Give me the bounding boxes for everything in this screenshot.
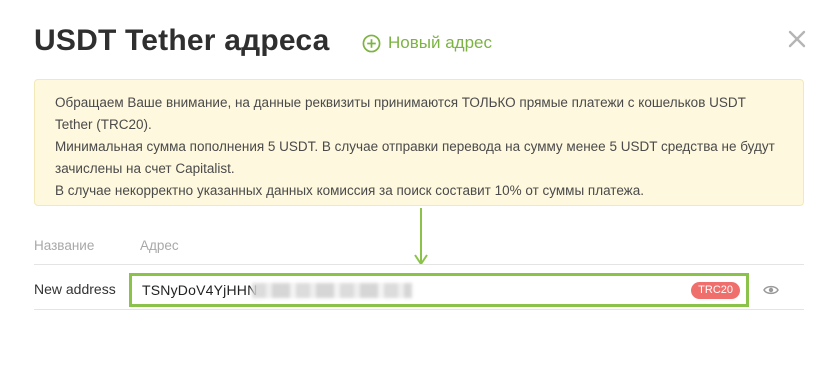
arrow-down-icon bbox=[411, 208, 431, 268]
table-divider bbox=[34, 309, 804, 310]
network-badge: TRC20 bbox=[691, 282, 740, 299]
column-header-address: Адрес bbox=[140, 238, 179, 253]
notice-box: Обращаем Ваше внимание, на данные реквиз… bbox=[34, 79, 804, 206]
address-name: New address bbox=[34, 281, 116, 297]
address-blur-mask bbox=[252, 283, 412, 298]
address-field[interactable]: TSNyDoV4YjHHN TRC20 bbox=[129, 273, 749, 307]
table-divider bbox=[34, 264, 804, 265]
notice-line-3: В случае некорректно указанных данных ко… bbox=[55, 183, 644, 198]
new-address-label: Новый адрес bbox=[388, 33, 492, 52]
column-header-name: Название bbox=[34, 238, 95, 253]
eye-icon[interactable] bbox=[763, 283, 779, 295]
usdt-addresses-modal: USDT Tether адреса Новый адрес Обращаем … bbox=[0, 0, 838, 366]
notice-line-1: Обращаем Ваше внимание, на данные реквиз… bbox=[55, 95, 746, 132]
address-value[interactable]: TSNyDoV4YjHHN bbox=[142, 282, 257, 298]
notice-line-2: Минимальная сумма пополнения 5 USDT. В с… bbox=[55, 139, 775, 176]
modal-title: USDT Tether адреса bbox=[34, 24, 330, 57]
plus-circle-icon bbox=[362, 34, 381, 53]
close-icon[interactable] bbox=[786, 28, 808, 50]
new-address-button[interactable]: Новый адрес bbox=[362, 31, 492, 55]
